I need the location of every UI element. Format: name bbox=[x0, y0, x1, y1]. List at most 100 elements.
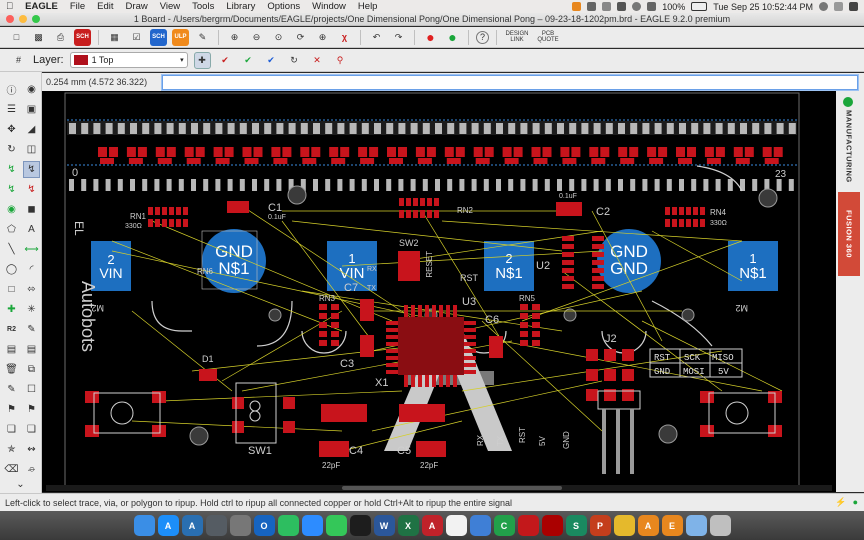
change-icon[interactable]: ✎ bbox=[23, 321, 40, 338]
apple-icon[interactable]:  bbox=[0, 1, 19, 12]
optimize-icon[interactable]: ✯ bbox=[3, 441, 20, 458]
ripup-via-icon[interactable]: ✔ bbox=[217, 52, 234, 69]
dock-finder-icon[interactable] bbox=[133, 515, 155, 536]
route-multiple-icon[interactable]: ↯ bbox=[3, 181, 20, 198]
dock-photos-icon[interactable] bbox=[445, 515, 467, 536]
via-icon[interactable]: ◉ bbox=[3, 201, 20, 218]
drc-lightning-icon[interactable]: ⚡ bbox=[835, 497, 846, 508]
dock-clock-icon[interactable] bbox=[229, 515, 251, 536]
undo-icon[interactable]: ↶ bbox=[368, 29, 385, 46]
menu-draw[interactable]: Draw bbox=[120, 1, 154, 12]
design-link-button[interactable]: DESIGN LINK bbox=[504, 29, 530, 46]
menu-library[interactable]: Library bbox=[220, 1, 261, 12]
group-icon[interactable]: ❏ bbox=[3, 421, 20, 438]
zoom-out-icon[interactable]: ⊖ bbox=[248, 29, 265, 46]
dock-fusion-icon[interactable]: A bbox=[637, 515, 659, 536]
circle-icon[interactable]: ◯ bbox=[3, 261, 20, 278]
chevron-down-icon[interactable]: ⌄ bbox=[12, 476, 29, 493]
print-icon[interactable]: ⎙ bbox=[52, 29, 69, 46]
board-canvas[interactable]: 0 23 2 VIN GND N$1 1 VIN 2 N$1 GND GND 1… bbox=[42, 91, 836, 492]
manufacturing-tab[interactable]: MANUFACTURING bbox=[838, 110, 860, 183]
paste-icon[interactable]: ✎ bbox=[3, 381, 20, 398]
autorouter-icon[interactable]: ↯ bbox=[23, 181, 40, 198]
delete-icon[interactable]: 🗑 bbox=[3, 361, 20, 378]
dock-sketch-icon[interactable]: S bbox=[565, 515, 587, 536]
spotlight-icon[interactable] bbox=[834, 2, 843, 11]
notification-center-icon[interactable] bbox=[849, 2, 858, 11]
menu-options[interactable]: Options bbox=[261, 1, 306, 12]
menu-file[interactable]: File bbox=[64, 1, 91, 12]
dock-time-machine-icon[interactable] bbox=[205, 515, 227, 536]
signal-icon[interactable]: ⟷ bbox=[23, 241, 40, 258]
bluetooth-icon[interactable] bbox=[617, 2, 627, 11]
help-button[interactable]: ? bbox=[476, 30, 489, 44]
go-icon[interactable]: ● bbox=[444, 29, 461, 46]
ripup-highlight-icon[interactable]: ⚲ bbox=[332, 52, 349, 69]
dock-app-store-icon[interactable]: A bbox=[157, 515, 179, 536]
pcb-quote-button[interactable]: PCB QUOTE bbox=[535, 29, 561, 46]
horizontal-scroll-thumb[interactable] bbox=[342, 486, 562, 490]
dock-autocad-icon[interactable]: A bbox=[421, 515, 443, 536]
stop-icon[interactable]: ● bbox=[422, 29, 439, 46]
meander-icon[interactable]: ↭ bbox=[23, 441, 40, 458]
info-icon[interactable]: ⓘ bbox=[3, 81, 20, 98]
display-icon[interactable]: ☰ bbox=[3, 101, 20, 118]
layer-dropdown[interactable]: 1 Top ▾ bbox=[69, 52, 188, 68]
menu-help[interactable]: Help bbox=[352, 1, 384, 12]
move-icon[interactable]: ✥ bbox=[3, 121, 20, 138]
board-icon[interactable]: ▦ bbox=[106, 29, 123, 46]
rotate-icon[interactable]: ↻ bbox=[3, 141, 20, 158]
ripup-wire-icon[interactable]: ✔ bbox=[240, 52, 257, 69]
close-window-button[interactable] bbox=[6, 15, 14, 23]
dock-outlook-icon[interactable]: O bbox=[253, 515, 275, 536]
dock-messages-icon[interactable] bbox=[325, 515, 347, 536]
fusion-360-tab[interactable]: FUSION 360 bbox=[838, 192, 860, 276]
wifi-icon[interactable] bbox=[632, 2, 642, 11]
value-icon[interactable]: ▤ bbox=[23, 341, 40, 358]
line-icon[interactable]: ╲ bbox=[3, 241, 20, 258]
ripup-all-icon[interactable]: χ bbox=[336, 29, 353, 46]
script-icon[interactable]: ✎ bbox=[194, 29, 211, 46]
ripup-signal-icon[interactable]: ↻ bbox=[286, 52, 303, 69]
tray-icon[interactable] bbox=[587, 2, 597, 11]
save-icon[interactable]: ▩ bbox=[30, 29, 47, 46]
redo-icon[interactable]: ↷ bbox=[390, 29, 407, 46]
new-file-icon[interactable]: □ bbox=[8, 29, 25, 46]
battery-percent[interactable]: 100% bbox=[662, 2, 685, 12]
battery-icon[interactable] bbox=[691, 2, 708, 11]
add-icon[interactable]: ✚ bbox=[3, 301, 20, 318]
ratsnest-icon[interactable]: ✳ bbox=[23, 301, 40, 318]
clock[interactable]: Tue Sep 25 10:52:44 PM bbox=[713, 2, 813, 12]
text-icon[interactable]: A bbox=[23, 221, 40, 238]
dock-acrobat-icon[interactable] bbox=[517, 515, 539, 536]
replace-icon[interactable]: R2 bbox=[3, 321, 20, 338]
attribute-icon[interactable]: ⚑ bbox=[3, 401, 20, 418]
check-icon[interactable]: ☑ bbox=[128, 29, 145, 46]
dock-c-app-icon[interactable]: C bbox=[493, 515, 515, 536]
dock-acrobat-reader-icon[interactable] bbox=[541, 515, 563, 536]
menu-edit[interactable]: Edit bbox=[91, 1, 119, 12]
dock-powerpoint-icon[interactable]: P bbox=[589, 515, 611, 536]
split-icon[interactable]: ❏ bbox=[23, 421, 40, 438]
cam-processor-icon[interactable]: SCH bbox=[74, 28, 91, 46]
ripup-mode-icon[interactable]: ✚ bbox=[193, 51, 211, 69]
menu-tools[interactable]: Tools bbox=[186, 1, 220, 12]
dock-evernote-icon[interactable] bbox=[277, 515, 299, 536]
switch-to-schematic-button[interactable]: SCH bbox=[150, 28, 167, 46]
dock-chrome-icon[interactable] bbox=[613, 515, 635, 536]
dock-trash-icon[interactable] bbox=[709, 515, 731, 536]
mirror-icon[interactable]: ◢ bbox=[23, 121, 40, 138]
power-pad-n1-mid[interactable]: 2 N$1 bbox=[484, 241, 534, 291]
menu-window[interactable]: Window bbox=[306, 1, 352, 12]
mark-icon[interactable]: ▣ bbox=[23, 101, 40, 118]
board-drawing[interactable]: 0 23 2 VIN GND N$1 1 VIN 2 N$1 GND GND 1… bbox=[42, 91, 836, 492]
user-icon[interactable] bbox=[819, 2, 828, 11]
align-icon[interactable]: ◫ bbox=[23, 141, 40, 158]
dock-autodesk-icon[interactable]: A bbox=[181, 515, 203, 536]
dock-photo-app-icon[interactable] bbox=[469, 515, 491, 536]
show-icon[interactable]: ◉ bbox=[23, 81, 40, 98]
eagle-tray-icon[interactable] bbox=[572, 2, 582, 11]
zoom-redraw-icon[interactable]: ⟳ bbox=[292, 29, 309, 46]
dock-zoom-icon[interactable] bbox=[301, 515, 323, 536]
dock-eagle-icon[interactable]: E bbox=[661, 515, 683, 536]
